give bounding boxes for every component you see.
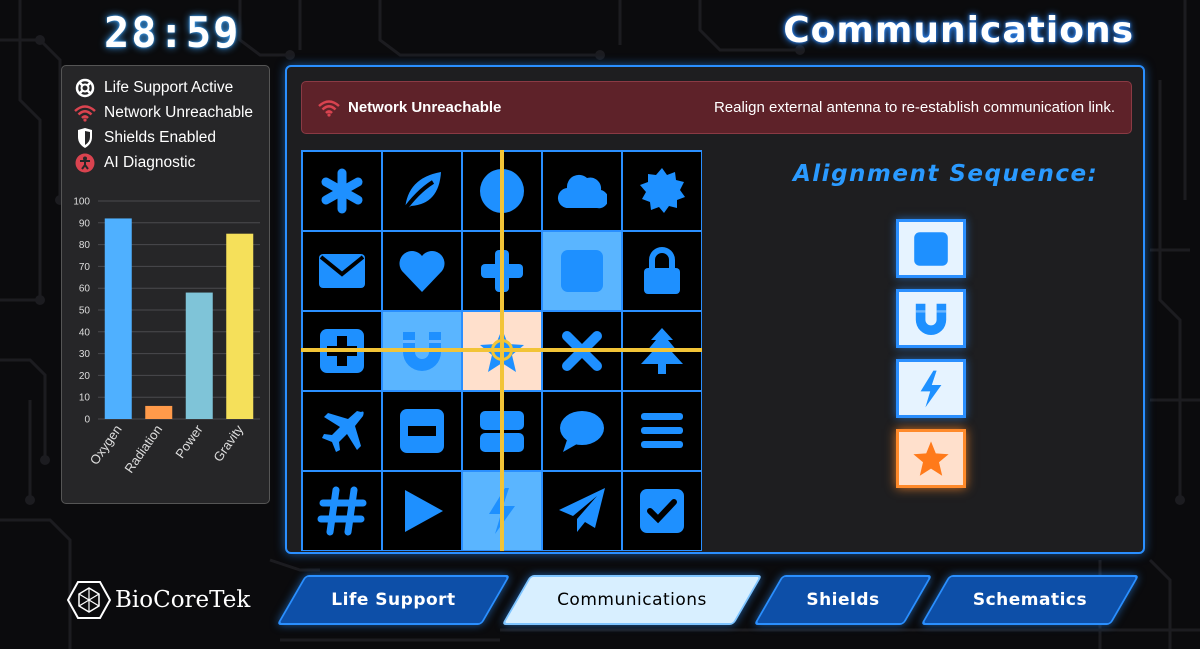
y-tick-label: 100	[73, 197, 90, 208]
x-tick-label: Oxygen	[87, 422, 125, 467]
tab-communications[interactable]: Communications	[501, 575, 763, 625]
x-tick-label: Gravity	[210, 422, 246, 465]
status-shields: Shields Enabled	[74, 127, 216, 149]
wifi-icon	[318, 96, 342, 120]
play-icon	[405, 490, 443, 532]
wifi-icon	[74, 102, 96, 124]
bar-gravity	[226, 233, 254, 419]
tab-life-support[interactable]: Life Support	[276, 575, 511, 625]
square-icon	[914, 231, 948, 266]
asterisk-icon	[321, 168, 363, 214]
hashtag-icon	[317, 486, 367, 536]
status-panel: Life Support Active Network Unreachable …	[61, 65, 270, 504]
certificate-icon	[640, 168, 685, 213]
sequence-slot-star	[896, 429, 966, 488]
x-tick-label: Power	[172, 422, 206, 461]
y-tick-label: 20	[79, 371, 91, 382]
bolt-icon	[920, 370, 942, 407]
bar-radiation	[145, 405, 173, 419]
network-alert: Network Unreachable Realign external ant…	[301, 81, 1132, 134]
leaf-icon	[401, 172, 441, 214]
grid-cell-square[interactable]	[542, 231, 622, 311]
star-icon	[913, 440, 949, 476]
bar-oxygen	[104, 218, 132, 419]
grid-cell-hashtag[interactable]	[302, 471, 382, 551]
tab-shields[interactable]: Shields	[753, 575, 933, 625]
paper-plane-icon	[559, 488, 605, 532]
grid-cell-play[interactable]	[382, 471, 462, 551]
status-network: Network Unreachable	[74, 102, 253, 124]
grid-cell-plane[interactable]	[302, 391, 382, 471]
check-square-icon	[640, 489, 684, 533]
y-tick-label: 40	[79, 327, 91, 338]
tab-schematics[interactable]: Schematics	[920, 575, 1140, 625]
y-tick-label: 70	[79, 262, 91, 273]
status-bar-chart: 0 10 20 30 40 50 60 70 80 90 100 OxygenRadiation Pow…	[73, 197, 260, 476]
shield-icon	[74, 127, 96, 149]
y-tick-label: 90	[79, 218, 91, 229]
y-tick-label: 80	[79, 240, 91, 251]
x-tick-label: Radiation	[121, 422, 165, 476]
status-label: Shields Enabled	[104, 129, 217, 146]
plane-icon	[322, 411, 364, 452]
y-tick-label: 50	[79, 306, 91, 317]
status-label: Network Unreachable	[104, 104, 254, 121]
y-tick-label: 0	[84, 415, 90, 426]
grid-cell-leaf[interactable]	[382, 151, 462, 231]
status-label: AI Diagnostic	[104, 154, 196, 171]
envelope-icon	[319, 254, 365, 288]
communications-panel: Network Unreachable Realign external ant…	[285, 65, 1145, 554]
magnet-icon	[915, 303, 947, 335]
status-label: Life Support Active	[104, 79, 234, 96]
grid-cell-certificate[interactable]	[622, 151, 702, 231]
grid-cell-cloud[interactable]	[542, 151, 622, 231]
cloud-icon	[558, 174, 607, 209]
heart-icon	[399, 251, 445, 292]
grid-cell-envelope[interactable]	[302, 231, 382, 311]
bars-icon	[641, 413, 683, 448]
sequence-title: Alignment Sequence:	[793, 161, 1099, 187]
hexagon-logo-icon	[67, 581, 111, 619]
grid-cell-asterisk[interactable]	[302, 151, 382, 231]
countdown-timer: 28:59	[104, 8, 241, 57]
comment-icon	[560, 411, 604, 452]
lock-icon	[644, 247, 680, 294]
status-life-support: Life Support Active	[74, 77, 233, 99]
y-tick-label: 30	[79, 349, 91, 360]
minus-square-icon	[400, 409, 444, 453]
y-tick-label: 10	[79, 393, 91, 404]
life-ring-icon	[74, 77, 96, 99]
grid-cell-paper-plane[interactable]	[542, 471, 622, 551]
sequence-slot-bolt	[896, 359, 966, 418]
ai-person-icon	[74, 152, 96, 174]
alert-title: Network Unreachable	[348, 99, 502, 116]
status-ai: AI Diagnostic	[74, 152, 195, 174]
y-tick-label: 60	[79, 284, 91, 295]
bar-power	[185, 292, 213, 419]
crosshair-center	[491, 339, 513, 361]
alert-message: Realign external antenna to re-establish…	[713, 99, 1115, 116]
page-title: Communications	[783, 10, 1134, 51]
sequence-slot-magnet	[896, 289, 966, 348]
grid-cell-minus-square[interactable]	[382, 391, 462, 471]
grid-cell-lock[interactable]	[622, 231, 702, 311]
grid-cell-bars[interactable]	[622, 391, 702, 471]
square-icon	[561, 250, 603, 292]
grid-cell-comment[interactable]	[542, 391, 622, 471]
biocoretek-logo: BioCoreTek	[67, 580, 250, 620]
grid-cell-check-square[interactable]	[622, 471, 702, 551]
logo-text: BioCoreTek	[115, 587, 251, 613]
grid-cell-heart[interactable]	[382, 231, 462, 311]
sequence-slot-square	[896, 219, 966, 278]
